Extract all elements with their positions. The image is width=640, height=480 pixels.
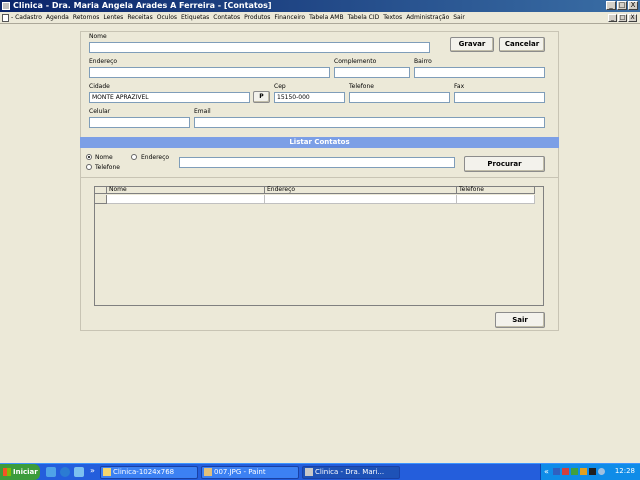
tray-expand-chevron[interactable]: « [544,467,549,476]
menu-item-retornos[interactable]: Retornos [73,14,100,21]
task-label: Clinica-1024x768 [113,468,175,476]
procurar-button[interactable]: Procurar [464,156,545,172]
section-divider [80,177,559,178]
listar-contatos-header: Listar Contatos [80,137,559,148]
email-field[interactable] [194,117,545,128]
menu-list: - Cadastro Agenda Retornos Lentes Receit… [11,14,465,21]
start-button[interactable]: Iniciar [0,464,40,480]
folder-icon [103,468,111,476]
grid-cell-telefone[interactable] [457,195,535,204]
menu-item-cadastro[interactable]: - Cadastro [11,14,42,21]
paint-icon [204,468,212,476]
minimize-button[interactable]: _ [606,1,616,10]
task-clinica-app[interactable]: Clinica - Dra. Mari... [302,466,400,479]
task-label: 007.JPG - Paint [214,468,266,476]
task-paint[interactable]: 007.JPG - Paint [201,466,299,479]
internet-explorer-icon[interactable] [60,467,70,477]
maximize-button[interactable]: □ [617,1,627,10]
contacts-grid[interactable]: Nome Endereço Telefone [94,186,544,306]
gravar-button[interactable]: Gravar [450,37,494,52]
system-tray: « 12:28 [540,464,640,480]
cep-field[interactable]: 15150-000 [274,92,345,103]
radio-nome[interactable] [86,154,92,160]
telefone-field[interactable] [349,92,450,103]
complemento-label: Complemento [334,58,377,65]
start-label: Iniciar [13,468,38,476]
menu-item-etiquetas[interactable]: Etiquetas [181,14,209,21]
fax-field[interactable] [454,92,545,103]
menu-item-contatos[interactable]: Contatos [213,14,240,21]
task-label: Clinica - Dra. Mari... [315,468,385,476]
menu-bar: - Cadastro Agenda Retornos Lentes Receit… [0,12,640,24]
search-input[interactable] [179,157,455,168]
media-player-icon[interactable] [74,467,84,477]
menu-item-textos[interactable]: Textos [383,14,402,21]
radio-endereco-label: Endereço [141,154,170,161]
radio-telefone[interactable] [86,164,92,170]
security-icon[interactable] [571,468,578,475]
grid-corner [95,187,107,194]
menu-item-oculos[interactable]: Oculos [157,14,177,21]
tray-app-icon[interactable] [580,468,587,475]
grid-cell-endereco[interactable] [265,195,457,204]
menu-item-administracao[interactable]: Administração [406,14,449,21]
fax-label: Fax [454,83,465,90]
endereco-field[interactable] [89,67,330,78]
menu-item-tabela-amb[interactable]: Tabela AMB [309,14,344,21]
cancelar-button[interactable]: Cancelar [499,37,545,52]
telefone-label: Telefone [349,83,374,90]
endereco-label: Endereço [89,58,118,65]
menu-item-sair[interactable]: Sair [453,14,465,21]
cidade-label: Cidade [89,83,110,90]
sair-button[interactable]: Sair [495,312,545,328]
nome-label: Nome [89,33,107,40]
bairro-label: Bairro [414,58,432,65]
network-icon[interactable] [553,468,560,475]
grid-cell-nome[interactable] [107,195,265,204]
desktop-icon[interactable] [46,467,56,477]
column-header-endereco[interactable]: Endereço [265,187,457,194]
celular-label: Celular [89,108,111,115]
mdi-restore-button[interactable]: □ [618,14,627,22]
cidade-field[interactable]: MONTE APRAZIVEL [89,92,250,103]
cep-label: Cep [274,83,286,90]
monitor-icon[interactable] [589,468,596,475]
radio-nome-label: Nome [95,154,113,161]
mdi-minimize-button[interactable]: _ [608,14,617,22]
menu-item-financeiro[interactable]: Financeiro [274,14,305,21]
antivirus-icon[interactable] [562,468,569,475]
column-header-telefone[interactable]: Telefone [457,187,535,194]
app-icon[interactable] [2,2,10,10]
complemento-field[interactable] [334,67,410,78]
app-window-icon [305,468,313,476]
quicklaunch-overflow-icon[interactable]: » [90,466,95,475]
close-button[interactable]: X [628,1,638,10]
email-label: Email [194,108,211,115]
clock[interactable]: 12:28 [615,467,635,475]
menu-item-tabela-cid[interactable]: Tabela CID [348,14,380,21]
window-title: Clinica - Dra. Maria Angela Arades A Fer… [13,1,272,10]
volume-icon[interactable] [598,468,605,475]
menu-item-agenda[interactable]: Agenda [46,14,69,21]
nome-field[interactable] [89,42,430,53]
radio-telefone-label: Telefone [95,164,120,171]
taskbar: Iniciar » Clinica-1024x768 007.JPG - Pai… [0,463,640,480]
radio-endereco[interactable] [131,154,137,160]
menu-item-produtos[interactable]: Produtos [244,14,270,21]
bairro-field[interactable] [414,67,545,78]
cidade-lookup-button[interactable]: P [253,91,270,103]
menu-item-receitas[interactable]: Receitas [127,14,152,21]
column-header-nome[interactable]: Nome [107,187,265,194]
document-icon[interactable] [2,14,9,22]
row-indicator [95,195,107,204]
celular-field[interactable] [89,117,190,128]
task-clinica-folder[interactable]: Clinica-1024x768 [100,466,198,479]
menu-item-lentes[interactable]: Lentes [103,14,123,21]
title-bar: Clinica - Dra. Maria Angela Arades A Fer… [0,0,640,12]
windows-logo-icon [3,468,11,476]
mdi-close-button[interactable]: X [628,14,637,22]
